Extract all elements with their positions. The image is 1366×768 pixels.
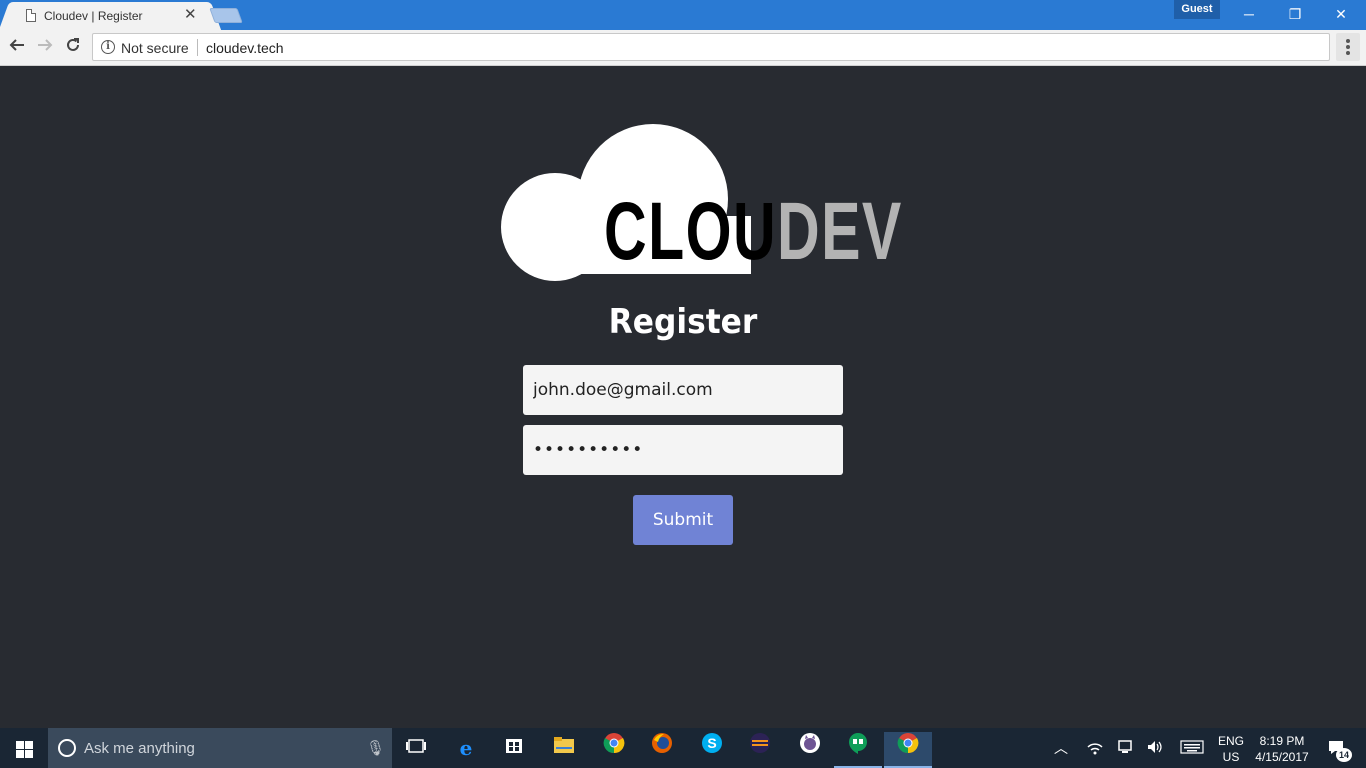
browser-tab[interactable]: Cloudev | Register ✕ bbox=[12, 2, 208, 30]
clock-date: 4/15/2017 bbox=[1255, 750, 1309, 764]
chrome-active-icon[interactable] bbox=[884, 732, 932, 768]
wifi-icon[interactable] bbox=[1084, 728, 1106, 768]
clock-time: 8:19 PM bbox=[1259, 734, 1305, 748]
back-arrow-icon bbox=[9, 39, 24, 51]
keyboard-region: US bbox=[1222, 750, 1240, 764]
forward-button[interactable] bbox=[34, 36, 56, 58]
cortana-search-box[interactable]: Ask me anything 🎙 bbox=[48, 728, 392, 768]
address-divider bbox=[197, 39, 198, 56]
minimize-button[interactable]: ─ bbox=[1226, 0, 1272, 28]
menu-dot-icon bbox=[1346, 39, 1350, 43]
svg-text:S: S bbox=[707, 735, 716, 751]
file-explorer-icon[interactable] bbox=[540, 732, 588, 768]
browser-toolbar: i Not secure cloudev.tech bbox=[0, 30, 1366, 66]
close-window-button[interactable]: ✕ bbox=[1318, 0, 1364, 28]
info-icon[interactable]: i bbox=[101, 40, 115, 54]
url-text[interactable]: cloudev.tech bbox=[206, 40, 284, 56]
new-tab-button[interactable] bbox=[209, 8, 243, 23]
menu-dot-icon bbox=[1346, 45, 1350, 49]
logo-text-main: CLOU bbox=[604, 186, 778, 277]
network-icon[interactable] bbox=[1114, 728, 1136, 768]
github-desktop-icon[interactable] bbox=[786, 732, 834, 768]
action-center-button[interactable]: 14 bbox=[1322, 728, 1352, 768]
volume-icon[interactable] bbox=[1144, 728, 1166, 768]
address-bar[interactable]: i Not secure cloudev.tech bbox=[92, 33, 1330, 61]
store-icon[interactable] bbox=[490, 732, 538, 768]
tab-title: Cloudev | Register bbox=[44, 9, 143, 23]
security-indicator[interactable]: Not secure bbox=[121, 40, 189, 56]
task-view-icon[interactable] bbox=[392, 732, 440, 768]
start-button[interactable] bbox=[0, 728, 48, 768]
tab-close-icon[interactable]: ✕ bbox=[184, 6, 197, 24]
microphone-icon[interactable]: 🎙 bbox=[366, 739, 385, 757]
submit-button[interactable]: Submit bbox=[633, 495, 733, 545]
email-field[interactable] bbox=[523, 365, 843, 415]
reload-button[interactable] bbox=[62, 36, 84, 58]
show-hidden-icons-chevron-icon[interactable]: ︿ bbox=[1050, 728, 1072, 768]
logo-wordmark: CLOUDEV bbox=[604, 191, 903, 273]
notification-count-badge: 14 bbox=[1336, 748, 1352, 762]
language-indicator[interactable]: ENG US bbox=[1214, 728, 1248, 768]
edge-icon[interactable]: e bbox=[442, 732, 490, 768]
password-field[interactable] bbox=[523, 425, 843, 475]
keyboard-icon[interactable] bbox=[1178, 728, 1206, 768]
language-code: ENG bbox=[1217, 734, 1244, 748]
clock[interactable]: 8:19 PM 4/15/2017 bbox=[1250, 728, 1314, 768]
firefox-icon[interactable] bbox=[638, 732, 686, 768]
logo-text-accent: DEV bbox=[777, 186, 903, 277]
page-content: CLOUDEV Register Submit bbox=[0, 66, 1366, 728]
profile-badge[interactable]: Guest bbox=[1174, 0, 1220, 19]
skype-icon[interactable]: S bbox=[688, 732, 736, 768]
chrome-icon[interactable] bbox=[590, 732, 638, 768]
page-title: Register bbox=[608, 302, 758, 342]
hangouts-icon[interactable] bbox=[834, 732, 882, 768]
reload-icon bbox=[67, 38, 79, 51]
menu-dot-icon bbox=[1346, 51, 1350, 55]
page-icon bbox=[26, 9, 36, 22]
cortana-icon bbox=[58, 739, 76, 757]
browser-menu-button[interactable] bbox=[1336, 33, 1360, 61]
browser-titlebar: Cloudev | Register ✕ Guest ─ ❐ ✕ bbox=[0, 0, 1366, 30]
back-button[interactable] bbox=[6, 36, 28, 58]
windows-taskbar: Ask me anything 🎙 e S ︿ ENG US 8:19 PM 4… bbox=[0, 728, 1366, 768]
eclipse-icon[interactable] bbox=[736, 732, 784, 768]
restore-button[interactable]: ❐ bbox=[1272, 0, 1318, 28]
forward-arrow-icon bbox=[38, 39, 53, 51]
search-placeholder: Ask me anything bbox=[84, 740, 195, 757]
